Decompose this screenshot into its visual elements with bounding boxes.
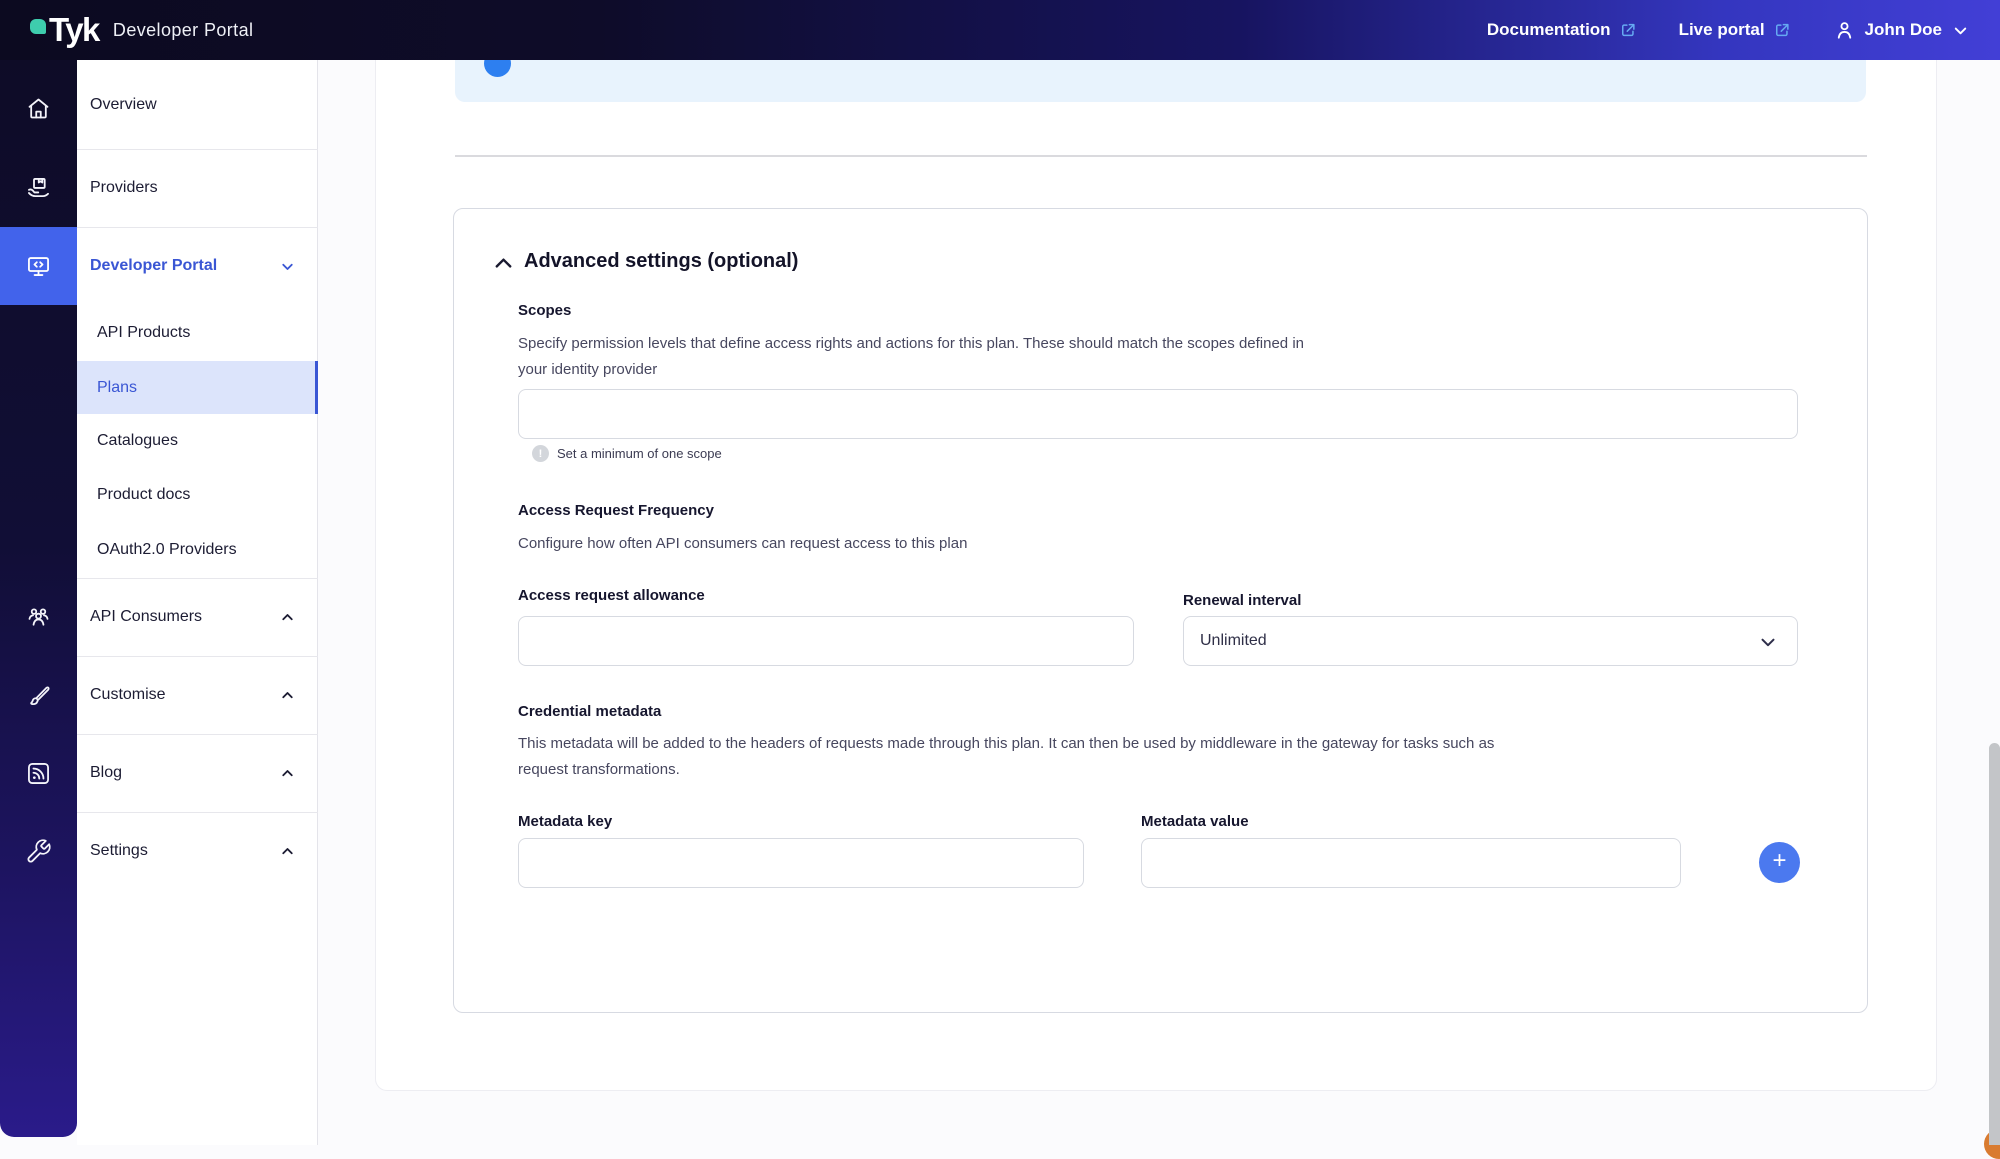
sidebar-item-label: Developer Portal <box>90 257 217 275</box>
sidebar-item-label: Providers <box>90 179 158 197</box>
tyk-logo-text: Tyk <box>49 11 99 49</box>
card-title: Advanced settings (optional) <box>524 250 798 273</box>
live-portal-link[interactable]: Live portal <box>1679 20 1791 40</box>
metadata-value-label: Metadata value <box>1141 813 1249 830</box>
sidebar-item-api-products[interactable]: API Products <box>77 305 318 361</box>
tyk-logo[interactable]: Tyk Developer Portal <box>30 0 253 60</box>
scrollbar-thumb[interactable] <box>1989 743 2000 1145</box>
allowance-input[interactable] <box>518 616 1134 666</box>
chevron-up-icon <box>279 843 296 860</box>
chevron-up-icon <box>279 687 296 704</box>
info-banner <box>455 60 1866 102</box>
metadata-key-input[interactable] <box>518 838 1084 888</box>
external-link-icon <box>1773 21 1791 39</box>
sidebar-item-label: Product docs <box>97 486 190 504</box>
sidebar-item-label: API Products <box>97 324 190 342</box>
credential-metadata-description-line1: This metadata will be added to the heade… <box>518 731 1494 757</box>
info-icon: ! <box>532 445 549 462</box>
rail-customise-icon[interactable] <box>0 656 77 734</box>
user-menu[interactable]: John Doe <box>1833 19 1970 42</box>
rail-providers-icon[interactable] <box>0 149 77 227</box>
collapse-section-icon[interactable] <box>492 252 515 275</box>
sidebar-item-label: Plans <box>97 379 137 397</box>
documentation-label: Documentation <box>1487 20 1611 40</box>
sidebar-item-label: Customise <box>90 686 166 704</box>
renewal-interval-value: Unlimited <box>1200 632 1267 650</box>
renewal-interval-label: Renewal interval <box>1183 592 1301 609</box>
sidebar-item-label: Settings <box>90 842 148 860</box>
sidebar-item-providers[interactable]: Providers <box>77 149 318 227</box>
sidebar-item-label: OAuth2.0 Providers <box>97 541 237 559</box>
rail-developer-portal-icon[interactable] <box>0 227 77 305</box>
sidebar-item-plans[interactable]: Plans <box>77 361 318 414</box>
scopes-hint: ! Set a minimum of one scope <box>532 445 722 462</box>
header-nav: Documentation Live portal John Doe <box>1487 0 1970 60</box>
documentation-link[interactable]: Documentation <box>1487 20 1637 40</box>
advanced-settings-card: Advanced settings (optional) Scopes Spec… <box>453 208 1868 1013</box>
credential-metadata-label: Credential metadata <box>518 703 661 720</box>
icon-rail <box>0 60 77 1137</box>
credential-metadata-description-line2: request transformations. <box>518 757 1494 783</box>
chevron-down-icon <box>1757 631 1779 653</box>
sidebar-item-product-docs[interactable]: Product docs <box>77 468 318 522</box>
renewal-interval-select[interactable]: Unlimited <box>1183 616 1798 666</box>
scopes-input[interactable] <box>518 389 1798 439</box>
sidebar-item-settings[interactable]: Settings <box>77 812 318 890</box>
live-portal-label: Live portal <box>1679 20 1765 40</box>
sidebar-item-label: Blog <box>90 764 122 782</box>
scopes-description: Specify permission levels that define ac… <box>518 331 1304 383</box>
sidebar-item-customise[interactable]: Customise <box>77 656 318 734</box>
chevron-up-icon <box>279 609 296 626</box>
sidebar-item-catalogues[interactable]: Catalogues <box>77 414 318 468</box>
scopes-description-line1: Specify permission levels that define ac… <box>518 331 1304 357</box>
frequency-description: Configure how often API consumers can re… <box>518 531 967 557</box>
sidebar-item-blog[interactable]: Blog <box>77 734 318 812</box>
sidebar-item-label: API Consumers <box>90 608 202 626</box>
rail-settings-icon[interactable] <box>0 812 77 890</box>
allowance-label: Access request allowance <box>518 587 705 604</box>
add-metadata-button[interactable]: + <box>1759 842 1800 883</box>
sidebar-item-api-consumers[interactable]: API Consumers <box>77 578 318 656</box>
scopes-description-line2: your identity provider <box>518 357 1304 383</box>
rail-blog-icon[interactable] <box>0 734 77 812</box>
chevron-down-icon <box>1951 21 1970 40</box>
top-header: Tyk Developer Portal Documentation Live … <box>0 0 2000 60</box>
user-name: John Doe <box>1865 20 1942 40</box>
frequency-label: Access Request Frequency <box>518 502 714 519</box>
tyk-logo-mark-icon <box>30 19 46 34</box>
metadata-value-input[interactable] <box>1141 838 1681 888</box>
section-divider <box>455 155 1867 157</box>
rail-api-consumers-icon[interactable] <box>0 578 77 656</box>
scopes-label: Scopes <box>518 302 571 319</box>
scopes-hint-text: Set a minimum of one scope <box>557 446 722 461</box>
sidebar-item-oauth2-providers[interactable]: OAuth2.0 Providers <box>77 522 318 578</box>
sidebar: Overview Providers Developer Portal API … <box>77 60 318 1145</box>
external-link-icon <box>1619 21 1637 39</box>
sidebar-item-overview[interactable]: Overview <box>77 60 318 149</box>
rail-home-icon[interactable] <box>0 69 77 147</box>
logo-subtitle: Developer Portal <box>113 20 253 41</box>
chevron-up-icon <box>279 765 296 782</box>
info-banner-icon <box>484 60 511 77</box>
sidebar-item-label: Overview <box>90 96 157 114</box>
metadata-key-label: Metadata key <box>518 813 612 830</box>
sidebar-item-label: Catalogues <box>97 432 178 450</box>
user-icon <box>1833 19 1856 42</box>
chevron-down-icon <box>279 258 296 275</box>
credential-metadata-description: This metadata will be added to the heade… <box>518 731 1494 783</box>
sidebar-item-developer-portal[interactable]: Developer Portal <box>77 227 318 305</box>
